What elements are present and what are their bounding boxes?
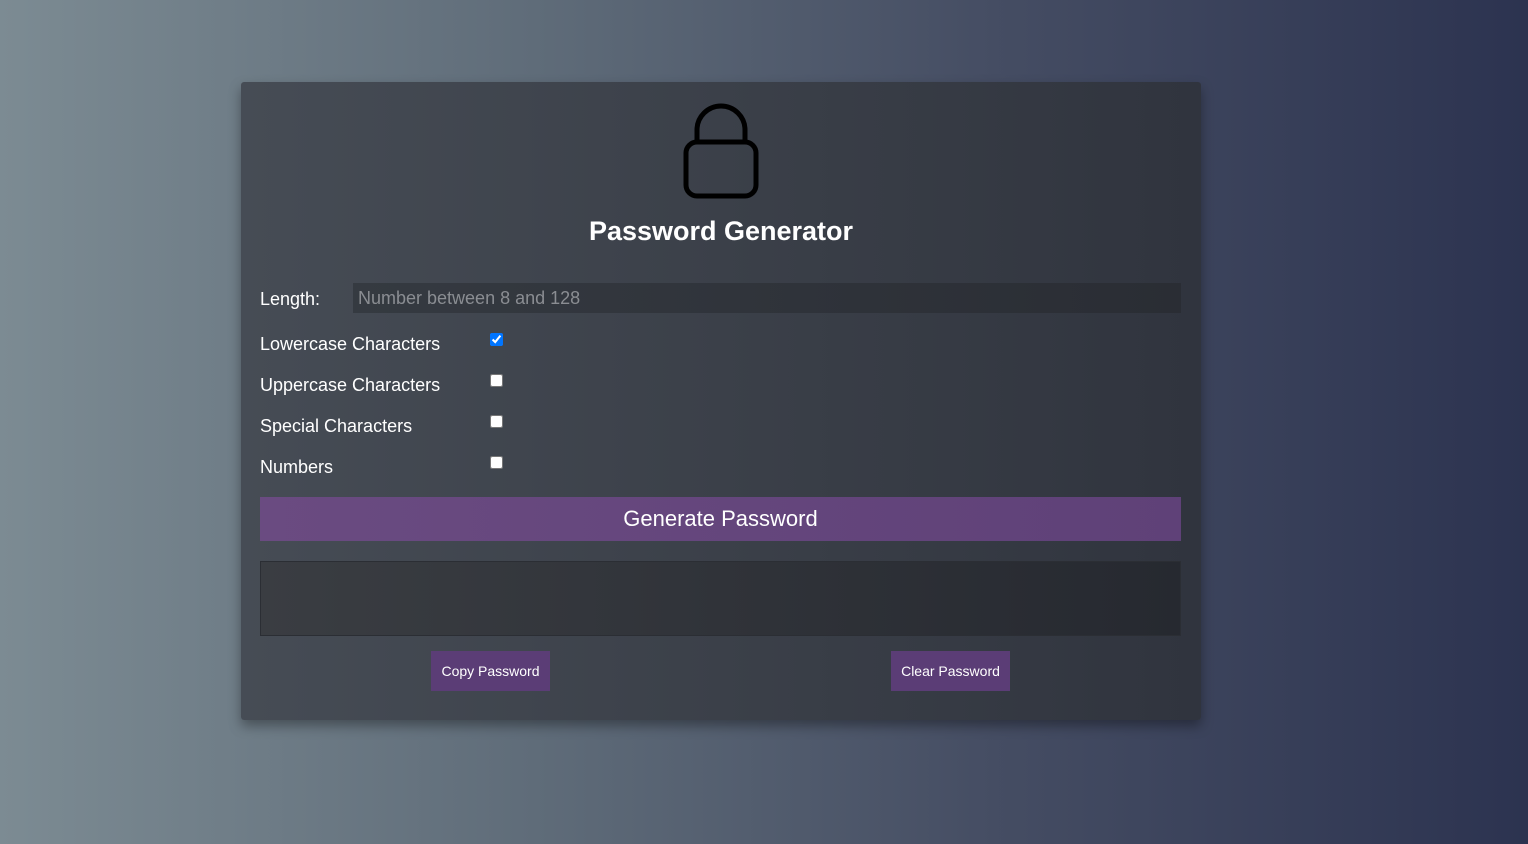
- password-output[interactable]: [260, 561, 1181, 636]
- generate-password-button[interactable]: Generate Password: [260, 497, 1181, 541]
- lowercase-label: Lowercase Characters: [260, 334, 441, 354]
- clear-password-button[interactable]: Clear Password: [891, 651, 1010, 691]
- copy-password-button[interactable]: Copy Password: [431, 651, 550, 691]
- password-generator-card: Password Generator Length: Lowercase Cha…: [241, 82, 1201, 720]
- lock-icon: [683, 103, 759, 199]
- uppercase-label: Uppercase Characters: [260, 375, 441, 395]
- length-input[interactable]: [353, 283, 1181, 313]
- uppercase-checkbox[interactable]: [490, 374, 503, 387]
- numbers-checkbox[interactable]: [490, 456, 503, 469]
- length-label: Length:: [260, 289, 321, 309]
- numbers-label: Numbers: [260, 457, 334, 477]
- special-label: Special Characters: [260, 416, 413, 436]
- page-title: Password Generator: [588, 216, 854, 246]
- lowercase-checkbox[interactable]: [490, 333, 503, 346]
- special-checkbox[interactable]: [490, 415, 503, 428]
